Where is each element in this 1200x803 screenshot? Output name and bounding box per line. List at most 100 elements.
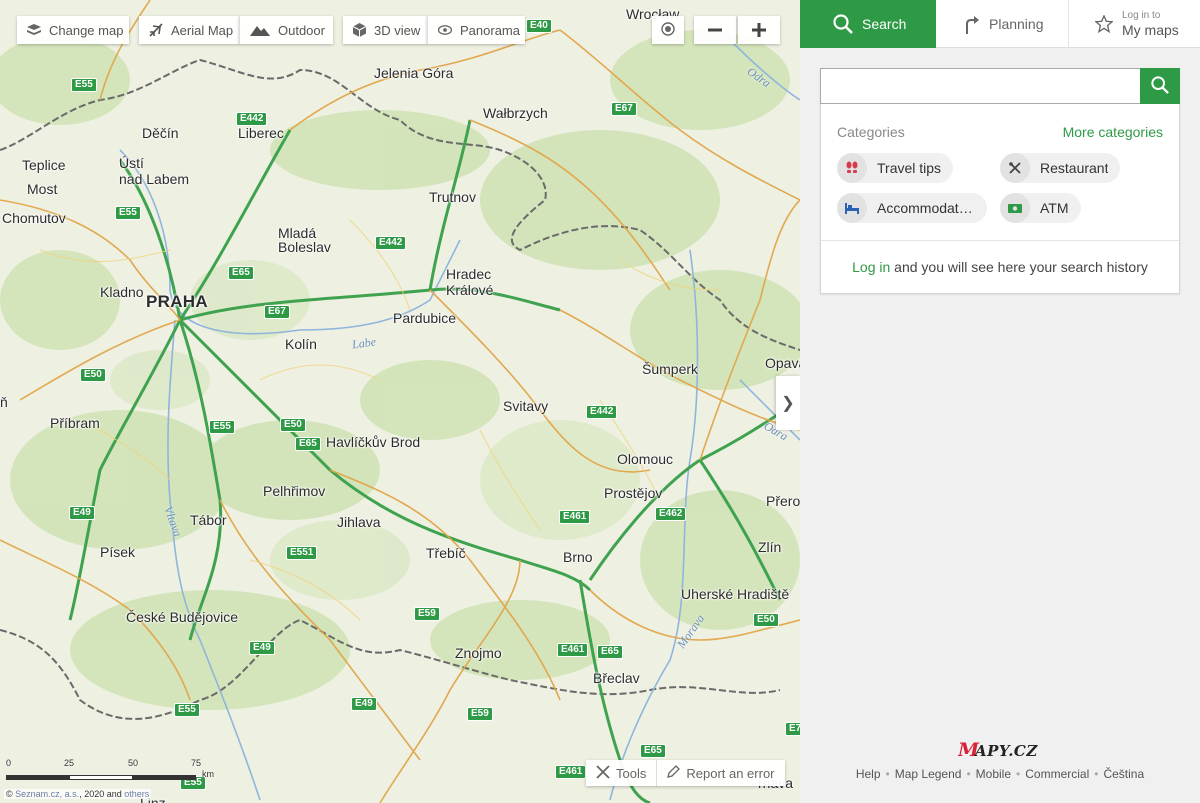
copyright: © Seznam.cz, a.s., 2020 and others xyxy=(4,789,152,799)
login-link[interactable]: Log in xyxy=(852,259,890,275)
category-travel-tips[interactable]: Travel tips xyxy=(837,153,954,183)
tab-planning-label: Planning xyxy=(989,16,1044,32)
tools-icon xyxy=(596,764,610,782)
panorama-button[interactable]: Panorama xyxy=(427,16,525,44)
city-label[interactable]: Tábor xyxy=(190,512,227,528)
city-label[interactable]: Prostějov xyxy=(604,485,662,501)
language-link[interactable]: Čeština xyxy=(1103,767,1144,781)
map-canvas[interactable]: Wrocław Jelenia Góra Wałbrzych Děčín Liberec… xyxy=(0,0,800,803)
road-shield: E55 xyxy=(115,206,141,220)
scale-unit: km xyxy=(202,769,214,779)
zoom-out-button[interactable] xyxy=(694,16,736,44)
city-label[interactable]: Most xyxy=(27,181,57,197)
city-label[interactable]: Břeclav xyxy=(593,670,640,686)
change-map-button[interactable]: Change map xyxy=(17,16,129,44)
city-label[interactable]: Příbram xyxy=(50,415,100,431)
city-label[interactable]: Svitavy xyxy=(503,398,548,414)
plus-icon xyxy=(752,17,766,43)
seznam-link[interactable]: Seznam.cz, a.s. xyxy=(15,789,79,799)
city-label[interactable]: Ústí xyxy=(119,155,144,171)
mapy-logo[interactable]: M APY.CZ xyxy=(800,739,1200,763)
categories-label: Categories xyxy=(837,124,905,140)
city-label[interactable]: Jelenia Góra xyxy=(374,65,453,81)
city-label[interactable]: České Budějovice xyxy=(126,609,238,625)
city-label[interactable]: Uherské Hradiště xyxy=(681,586,789,602)
more-categories-link[interactable]: More categories xyxy=(1063,124,1163,140)
city-label[interactable]: Jihlava xyxy=(337,514,381,530)
outdoor-label: Outdoor xyxy=(278,22,325,38)
cutlery-icon xyxy=(1000,153,1030,183)
road-shield: E65 xyxy=(597,645,623,659)
city-label[interactable]: Písek xyxy=(100,544,135,560)
city-label[interactable]: Olomouc xyxy=(617,451,673,467)
zoom-in-button[interactable] xyxy=(738,16,780,44)
city-label[interactable]: Třebíč xyxy=(426,545,466,561)
map-base-layer xyxy=(0,0,800,803)
map-legend-link[interactable]: Map Legend xyxy=(895,767,962,781)
city-label[interactable]: Opava xyxy=(765,355,800,371)
city-label[interactable]: Pelhřimov xyxy=(263,483,325,499)
city-label[interactable]: nad Labem xyxy=(119,171,189,187)
city-label[interactable]: Teplice xyxy=(22,157,66,173)
city-label[interactable]: Havlíčkův Brod xyxy=(326,434,420,450)
mobile-link[interactable]: Mobile xyxy=(976,767,1011,781)
city-label[interactable]: Šumperk xyxy=(642,361,698,377)
road-shield: E67 xyxy=(264,305,290,319)
commercial-link[interactable]: Commercial xyxy=(1025,767,1089,781)
collapse-sidebar-button[interactable]: ❯ xyxy=(776,376,800,430)
search-submit-button[interactable] xyxy=(1140,68,1180,104)
category-restaurant[interactable]: Restaurant xyxy=(1000,153,1121,183)
city-label[interactable]: Kolín xyxy=(285,336,317,352)
search-history-hint: Log in and you will see here your search… xyxy=(821,259,1179,275)
city-label[interactable]: Znojmo xyxy=(455,645,502,661)
city-label[interactable]: Králové xyxy=(446,282,493,298)
tab-search[interactable]: Search xyxy=(800,0,936,48)
search-input[interactable] xyxy=(820,68,1140,104)
aerial-map-button[interactable]: Aerial Map xyxy=(139,16,239,44)
history-text: and you will see here your search histor… xyxy=(894,259,1148,275)
city-label[interactable]: Hradec xyxy=(446,266,491,282)
cube-icon xyxy=(353,23,366,37)
city-label[interactable]: Liberec xyxy=(238,125,284,141)
category-label: ATM xyxy=(1040,200,1069,216)
city-label[interactable]: Boleslav xyxy=(278,239,331,255)
city-label[interactable]: Kladno xyxy=(100,284,144,300)
scale-tick: 25 xyxy=(64,758,75,768)
my-maps-label: My maps xyxy=(1122,22,1179,38)
others-link[interactable]: others xyxy=(124,789,149,799)
city-label[interactable]: PRAHA xyxy=(146,293,208,310)
category-accommodation[interactable]: Accommodati… xyxy=(837,193,987,223)
road-shield: E461 xyxy=(555,765,587,779)
footprints-icon xyxy=(837,153,867,183)
city-label[interactable]: Děčín xyxy=(142,125,179,141)
road-shield: E50 xyxy=(753,613,779,627)
tab-my-maps[interactable]: Log in to My maps xyxy=(1069,0,1200,48)
road-shield: E7 xyxy=(785,722,800,736)
help-link[interactable]: Help xyxy=(856,767,881,781)
3d-view-button[interactable]: 3D view xyxy=(343,16,427,44)
tab-planning[interactable]: Planning xyxy=(936,0,1069,48)
city-label[interactable]: Přerov xyxy=(766,493,800,509)
chevron-right-icon: ❯ xyxy=(781,395,795,412)
category-atm[interactable]: ATM xyxy=(1000,193,1081,223)
road-shield: E551 xyxy=(286,546,318,560)
my-location-button[interactable] xyxy=(652,16,684,44)
pencil-icon xyxy=(667,765,681,781)
outdoor-button[interactable]: Outdoor xyxy=(239,16,333,44)
road-shield: E442 xyxy=(586,405,618,419)
city-label[interactable]: Wałbrzych xyxy=(483,105,548,121)
road-shield: E462 xyxy=(655,507,687,521)
road-shield: E442 xyxy=(375,236,407,250)
tools-button[interactable]: Tools xyxy=(586,760,656,786)
search-row xyxy=(820,68,1180,104)
scale-tick: 50 xyxy=(128,758,139,768)
plane-icon xyxy=(149,23,163,37)
city-label[interactable]: Trutnov xyxy=(429,189,476,205)
city-label[interactable]: Chomutov xyxy=(2,210,66,226)
city-label[interactable]: Zlín xyxy=(758,539,781,555)
city-label[interactable]: ň xyxy=(0,394,8,410)
city-label[interactable]: Brno xyxy=(563,549,593,565)
city-label[interactable]: Pardubice xyxy=(393,310,456,326)
my-maps-login-hint: Log in to xyxy=(1122,10,1161,21)
report-error-button[interactable]: Report an error xyxy=(656,760,784,786)
